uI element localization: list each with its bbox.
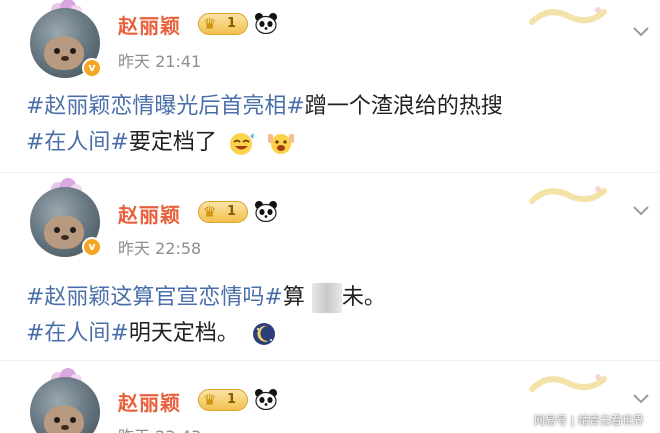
vip-crown-icon: ♛ [203,391,217,409]
card-decoration-icon [529,7,607,25]
post-text-line: #赵丽颖恋情曝光后首亮相#蹭一个渣浪给的热搜 [26,94,503,119]
post-time: 昨天 22:58 [118,239,202,258]
blurred-region [311,283,342,313]
hashtag-link[interactable]: #在人间# [26,321,129,346]
card-decoration-icon [529,186,607,204]
hashtag-link[interactable]: #赵丽颖恋情曝光后首亮相# [26,94,305,119]
verified-badge: v [82,58,102,78]
vip-level: 1 [227,392,237,407]
vip-badge[interactable]: ♛ 1 [198,201,248,223]
vip-level: 1 [227,204,237,219]
panda-icon [255,201,277,222]
avatar[interactable]: v [30,0,104,82]
chevron-down-icon[interactable] [632,26,650,38]
user-name[interactable]: 赵丽颖 [118,387,181,416]
chevron-down-icon[interactable] [632,393,650,405]
vip-badge[interactable]: ♛ 1 [198,13,248,35]
panda-icon [255,13,277,34]
weibo-post: v 赵丽颖 ♛ 1 昨天 21:41 #赵丽颖恋情曝光后首亮相#蹭一个渣浪给的热… [0,0,660,172]
hashtag-link[interactable]: #赵丽颖这算官宣恋情吗# [26,285,283,310]
cheer-emoji-icon [267,134,294,154]
user-name[interactable]: 赵丽颖 [118,10,181,39]
post-text-line: #在人间#要定档了 [26,124,295,156]
vip-badge[interactable]: ♛ 1 [198,389,248,411]
panda-icon [255,389,277,410]
chevron-down-icon[interactable] [632,205,650,217]
vip-crown-icon: ♛ [203,203,217,221]
card-decoration-icon [529,374,607,392]
avatar-image [30,377,100,433]
post-time: 昨天 21:41 [118,52,202,71]
source-watermark: 网易号 | 靖青云看世界 [534,414,644,427]
post-text-line: #在人间#明天定档。 [26,315,278,347]
laugh-emoji-icon [229,133,254,155]
post-time: 昨天 23:43 [118,423,201,433]
avatar[interactable] [30,368,104,433]
user-name[interactable]: 赵丽颖 [118,199,181,228]
moon-emoji-icon [252,323,275,345]
hashtag-link[interactable]: #在人间# [26,130,129,155]
post-text-line: #赵丽颖这算官宣恋情吗#算 未。 [26,279,386,313]
avatar[interactable]: v [30,178,104,261]
vip-level: 1 [227,16,237,31]
verified-badge: v [82,237,102,257]
weibo-post: v 赵丽颖 ♛ 1 昨天 22:58 #赵丽颖这算官宣恋情吗#算 未。 #在人间… [0,172,660,360]
vip-crown-icon: ♛ [203,15,217,33]
